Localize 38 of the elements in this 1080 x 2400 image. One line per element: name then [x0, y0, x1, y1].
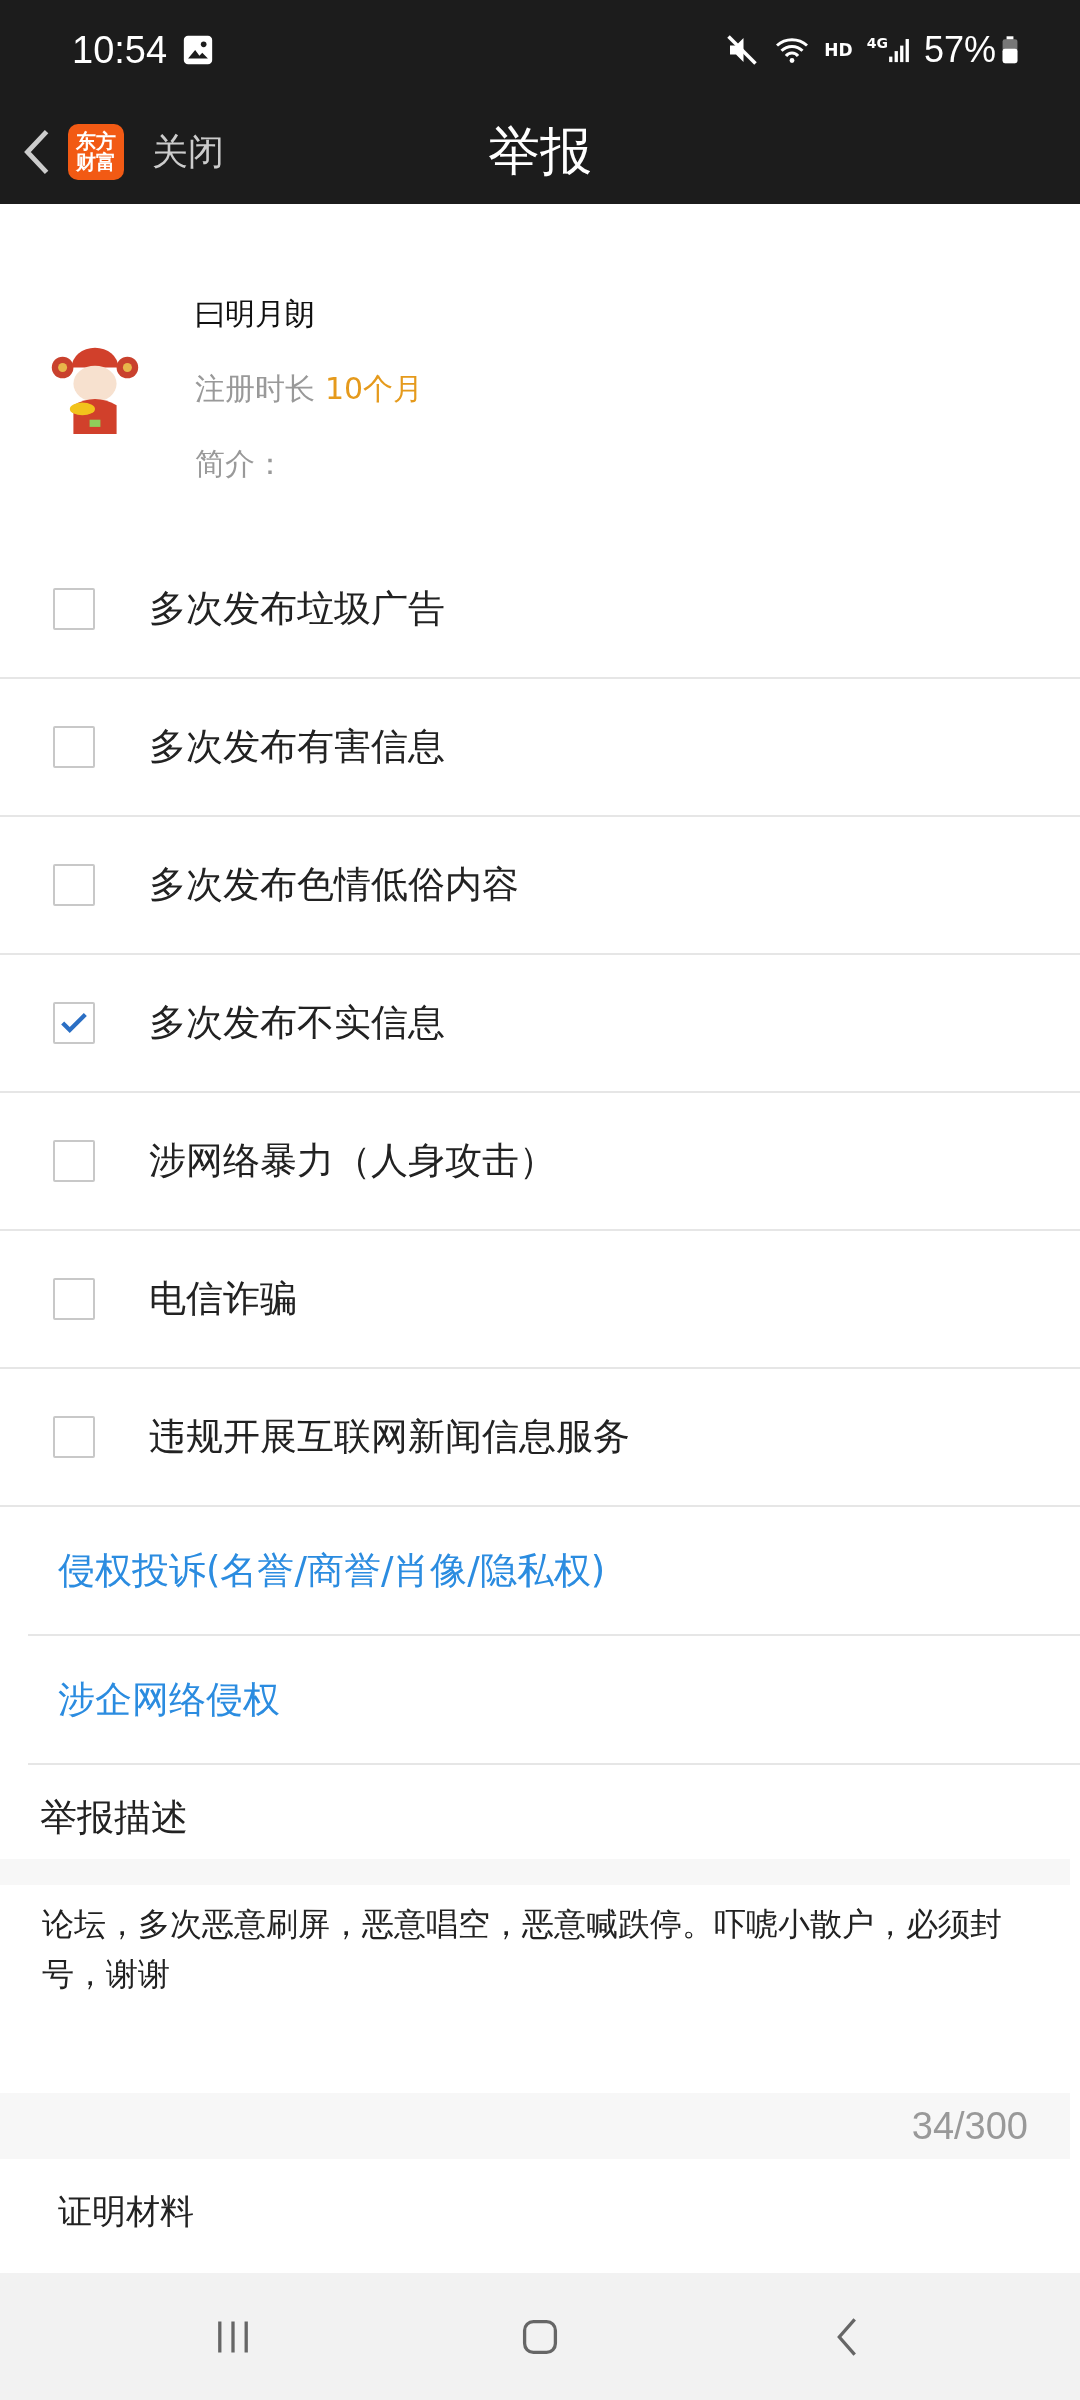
option-label: 多次发布垃圾广告 — [149, 586, 445, 632]
complaint-link[interactable]: 涉企网络侵权 — [58, 1674, 280, 1725]
reason-option[interactable]: 电信诈骗 — [0, 1231, 1080, 1369]
checkbox[interactable] — [53, 726, 95, 768]
option-label: 涉网络暴力（人身攻击） — [149, 1138, 556, 1184]
checkbox[interactable] — [53, 1278, 95, 1320]
page-title: 举报 — [487, 120, 593, 183]
reason-option[interactable]: 涉网络暴力（人身攻击） — [0, 1093, 1080, 1231]
description-field[interactable]: 论坛，多次恶意刷屏，恶意唱空，恶意喊跌停。吓唬小散户，必须封号，谢谢 — [0, 1893, 1080, 2093]
user-name: 曰明月朗 — [195, 295, 316, 333]
network-label: HD — [824, 40, 853, 60]
battery-icon — [1002, 35, 1018, 65]
checkbox[interactable] — [53, 1002, 95, 1044]
reason-option[interactable]: 多次发布不实信息 — [0, 955, 1080, 1093]
option-label: 多次发布色情低俗内容 — [149, 862, 519, 908]
option-label: 电信诈骗 — [149, 1276, 297, 1322]
section-heading: 证明材料 — [57, 2190, 195, 2233]
checkbox[interactable] — [53, 588, 95, 630]
reason-option[interactable]: 多次发布色情低俗内容 — [0, 817, 1080, 955]
checkbox[interactable] — [53, 1140, 95, 1182]
option-label: 违规开展互联网新闻信息服务 — [149, 1414, 630, 1460]
character-counter: 34/300 — [911, 2104, 1028, 2148]
reason-option[interactable]: 多次发布有害信息 — [0, 679, 1080, 817]
clock-time: 10:54 — [72, 28, 168, 72]
option-label: 多次发布不实信息 — [149, 1000, 445, 1046]
tenure-label: 注册时长 — [195, 370, 315, 408]
close-button[interactable]: 关闭 — [140, 127, 224, 177]
network-type-label: 4G — [866, 35, 888, 51]
checkbox[interactable] — [53, 864, 95, 906]
option-label: 多次发布有害信息 — [149, 724, 445, 770]
complaint-link[interactable]: 侵权投诉(名誉/商誉/肖像/隐私权) — [58, 1545, 606, 1596]
reason-option[interactable]: 多次发布垃圾广告 — [0, 541, 1080, 679]
section-heading: 举报描述 — [39, 1795, 189, 1841]
battery-percent: 57% — [923, 29, 996, 71]
checkbox[interactable] — [53, 1416, 95, 1458]
reason-option[interactable]: 违规开展互联网新闻信息服务 — [0, 1369, 1080, 1507]
tenure-value: 10个月 — [325, 370, 424, 408]
intro-label: 简介： — [195, 445, 286, 483]
